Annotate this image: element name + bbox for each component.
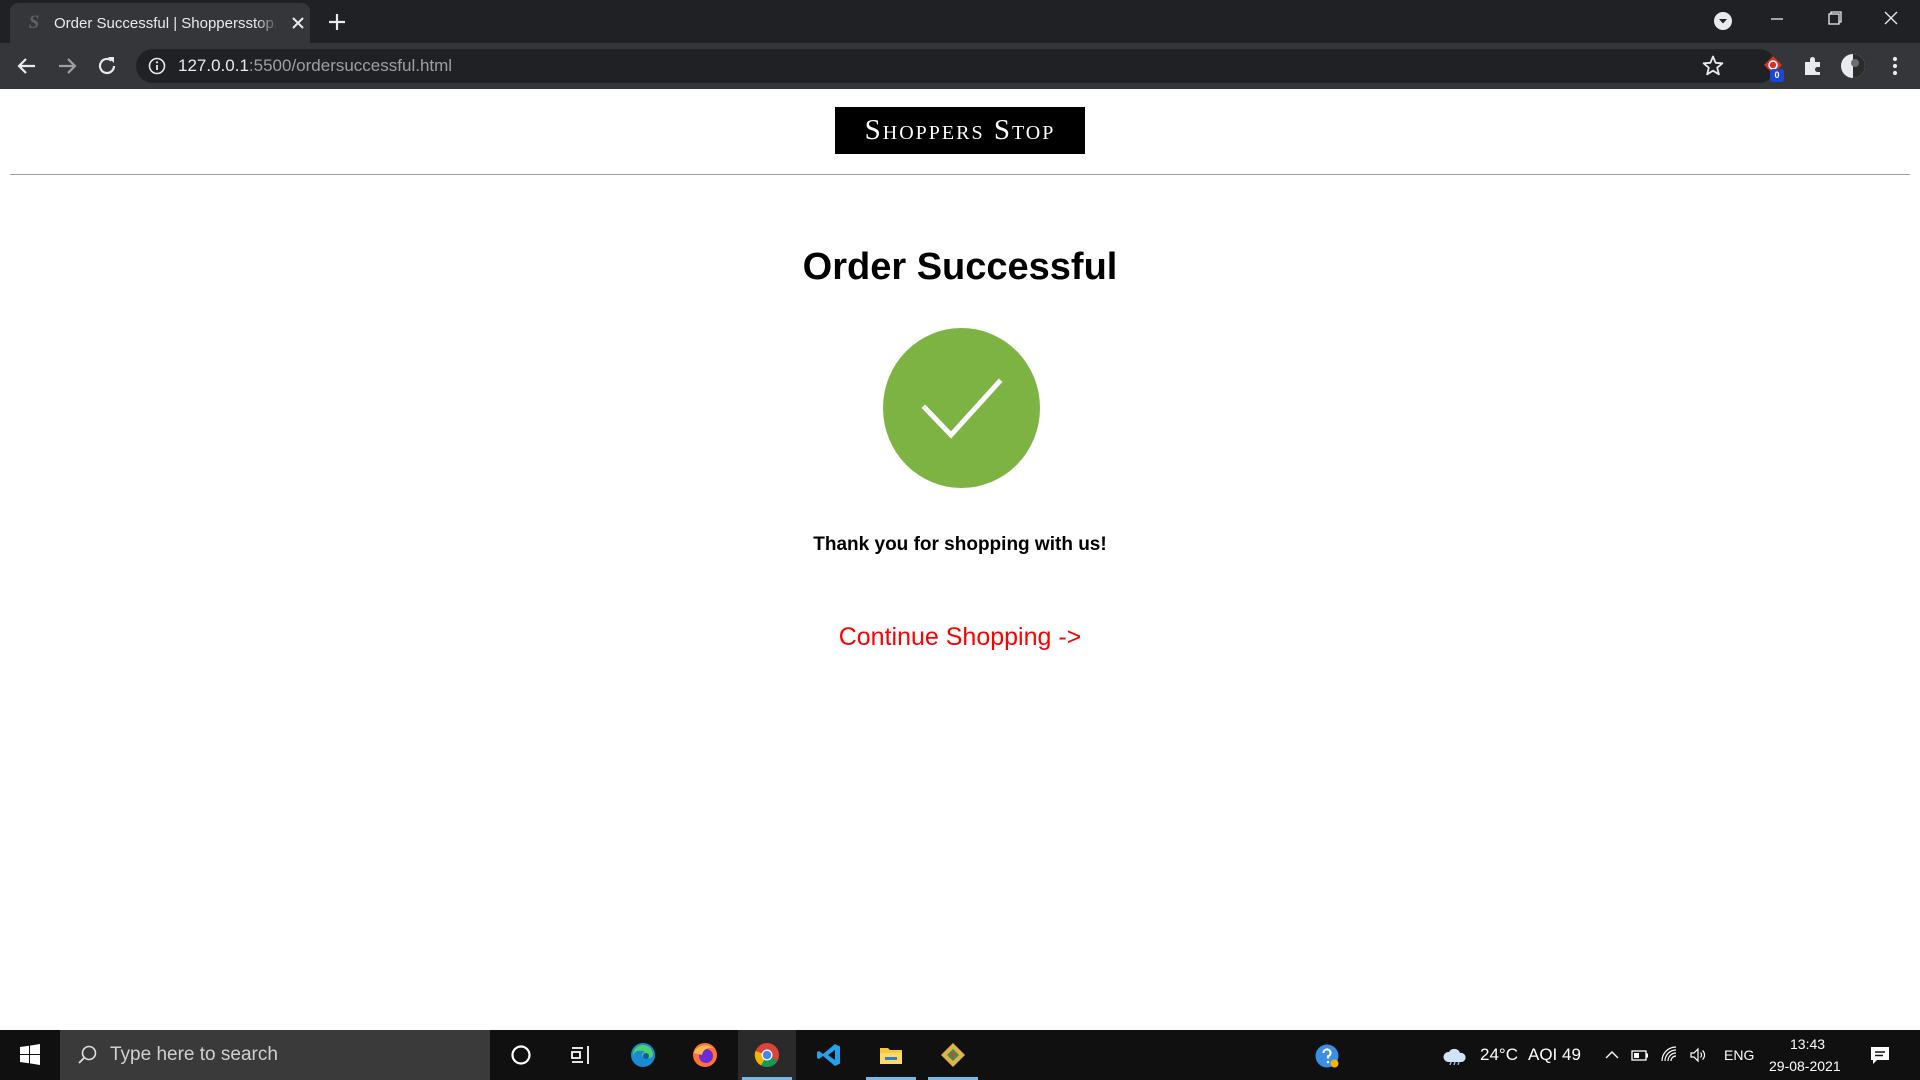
git-taskbar-app[interactable] (924, 1030, 982, 1080)
page-content: Shoppers Stop Order Successful Thank you… (0, 89, 1920, 1030)
thank-you-message: Thank you for shopping with us! (813, 534, 1107, 555)
windows-start-icon[interactable] (0, 1030, 60, 1080)
page-title: Order Successful (802, 246, 1118, 288)
menu-icon[interactable] (1884, 53, 1906, 79)
tab-title-fade (256, 11, 280, 35)
puzzle-icon[interactable] (1800, 53, 1826, 79)
header-divider (10, 174, 1910, 175)
help-icon[interactable] (1314, 1043, 1340, 1069)
window-close-icon[interactable] (1874, 0, 1908, 40)
success-check-icon (883, 328, 1040, 488)
browser-tab[interactable]: S Order Successful | Shoppersstop.com (10, 3, 310, 43)
volume-icon[interactable] (1688, 1045, 1708, 1065)
tab-strip: S Order Successful | Shoppersstop.com (0, 0, 1920, 43)
tab-search-icon[interactable] (1712, 10, 1734, 32)
clock-date[interactable]: 29-08-2021 (1769, 1057, 1841, 1075)
firefox-taskbar-app[interactable] (676, 1030, 734, 1080)
git-icon (941, 1043, 965, 1067)
forward-icon[interactable] (54, 53, 80, 79)
wifi-icon[interactable] (1660, 1045, 1680, 1065)
minimize-icon[interactable] (1760, 0, 1794, 40)
back-icon[interactable] (14, 53, 40, 79)
continue-shopping-link[interactable]: Continue Shopping -> (0, 622, 1920, 652)
tab-favicon-icon: S (28, 12, 40, 33)
new-tab-icon[interactable] (325, 10, 349, 34)
url-text[interactable]: 127.0.0.1:5500/ordersuccessful.html (178, 56, 452, 76)
taskbar-search[interactable]: Type here to search (60, 1030, 490, 1080)
logo-text: Shoppers Stop (864, 114, 1056, 146)
clock-time[interactable]: 13:43 (1790, 1035, 1825, 1053)
url-host: 127.0.0.1 (178, 56, 249, 75)
star-icon[interactable] (1700, 53, 1726, 79)
task-view-button[interactable] (552, 1030, 610, 1080)
task-view-icon (571, 1046, 589, 1064)
weather-icon[interactable] (1442, 1045, 1468, 1065)
profile-icon[interactable] (1840, 53, 1866, 79)
address-bar[interactable]: 127.0.0.1:5500/ordersuccessful.html (136, 49, 1776, 83)
taskbar: Type here to search 24°C AQI 49 ENG 13:4… (0, 1030, 1920, 1080)
vscode-taskbar-app[interactable] (800, 1030, 858, 1080)
cortana-button[interactable] (492, 1030, 550, 1080)
weather-temperature[interactable]: 24°C (1480, 1045, 1518, 1065)
restore-icon[interactable] (1818, 0, 1852, 40)
cortana-icon (511, 1045, 531, 1065)
vscode-icon (817, 1044, 840, 1066)
file-explorer-taskbar-app[interactable] (862, 1030, 920, 1080)
tab-title: Order Successful | Shoppersstop.com (54, 15, 276, 32)
close-tab-icon[interactable] (288, 13, 308, 33)
show-hidden-icons-icon[interactable] (1602, 1045, 1622, 1065)
info-icon[interactable] (148, 57, 166, 75)
notifications-icon[interactable] (1868, 1043, 1892, 1067)
search-icon (78, 1045, 97, 1064)
extension-badge: 0 (1770, 69, 1784, 82)
edge-icon (631, 1043, 655, 1067)
air-quality-index[interactable]: AQI 49 (1528, 1045, 1581, 1065)
url-path: :5500/ordersuccessful.html (248, 56, 453, 75)
edge-taskbar-app[interactable] (614, 1030, 672, 1080)
chrome-taskbar-app[interactable] (738, 1030, 796, 1080)
firefox-icon (693, 1043, 717, 1067)
battery-icon[interactable] (1630, 1045, 1650, 1065)
browser-toolbar: 127.0.0.1:5500/ordersuccessful.html 0 (0, 43, 1920, 89)
search-placeholder: Type here to search (110, 1044, 278, 1065)
chrome-icon (754, 1043, 779, 1068)
shoppers-stop-logo[interactable]: Shoppers Stop (835, 107, 1085, 154)
reload-icon[interactable] (94, 53, 120, 79)
folder-icon (880, 1048, 902, 1064)
input-language[interactable]: ENG (1724, 1046, 1754, 1064)
